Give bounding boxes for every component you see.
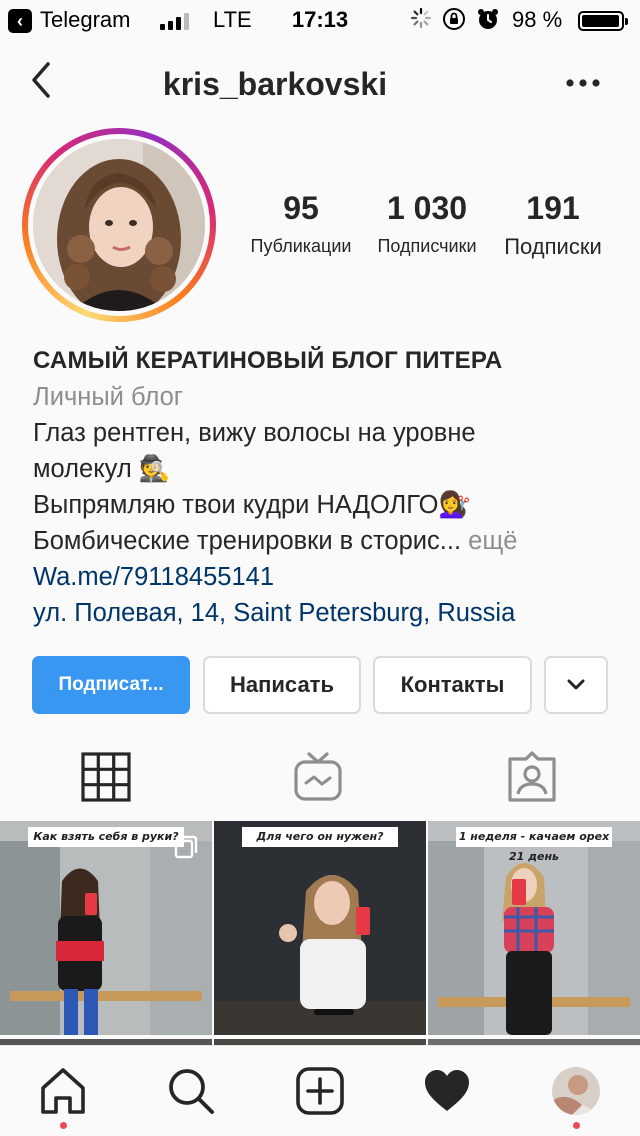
posts-grid: Как взять себя в руки? Для чего он нужен… [0,821,640,1051]
grid-post[interactable]: Для чего он нужен? [214,821,426,1035]
profile-display-name: САМЫЙ КЕРАТИНОВЫЙ БЛОГ ПИТЕРА [33,347,503,374]
post-thumbnail [214,821,426,1035]
bio-line: Выпрямляю твои кудри НАДОЛГО💇‍♀️ [33,491,471,519]
grid-post[interactable]: 1 неделя - качаем орех 21 день [428,821,640,1035]
add-icon[interactable] [295,1066,345,1116]
more-options-icon[interactable] [563,68,603,98]
bio-line: молекул 🕵️ [33,455,171,483]
following-stat[interactable]: 191 Подписки [497,190,609,260]
profile-avatar-story-ring[interactable] [22,128,216,322]
post-caption: Для чего он нужен? [242,827,398,847]
battery-percent: 98 % [512,7,563,32]
profile-avatar[interactable] [552,1067,600,1115]
post-caption: Как взять себя в руки? [28,827,184,847]
follow-button[interactable]: Подписат... [32,656,190,714]
profile-header: kris_barkovski [0,40,640,128]
grid-icon[interactable] [80,751,132,803]
followers-count: 1 030 [386,190,468,226]
followers-stat[interactable]: 1 030 Подписчики [370,190,484,257]
post-caption: 1 неделя - качаем орех 21 день [456,827,612,863]
bio-address-link[interactable]: ул. Полевая, 14, Saint Petersburg, Russi… [33,595,623,631]
profile-category: Личный блог [33,383,184,411]
profile-notification-dot [573,1122,580,1129]
posts-label: Публикации [250,236,352,256]
grid-post[interactable]: Как взять себя в руки? [0,821,212,1035]
following-label: Подписки [504,234,602,259]
status-icons [410,7,500,31]
message-button[interactable]: Написать [203,656,361,714]
carousel-icon [174,835,198,859]
profile-username: kris_barkovski [162,66,388,102]
bio-more-link[interactable]: ещё [468,527,517,555]
chevron-down-icon [567,679,585,690]
orientation-lock-icon [443,8,465,30]
tagged-icon[interactable] [506,751,558,803]
search-icon[interactable] [166,1066,216,1116]
battery-fill [582,15,620,27]
igtv-icon[interactable] [292,751,344,803]
profile-avatar [33,139,205,311]
posts-stat[interactable]: 95 Публикации [247,190,355,257]
bio-line: Бомбические тренировки в сторис... [33,527,462,555]
following-count: 191 [526,190,580,226]
bio-line: Глаз рентген, вижу волосы на уровне [33,419,476,447]
heart-icon[interactable] [422,1066,472,1116]
followers-label: Подписчики [377,236,477,256]
home-notification-dot [60,1122,67,1129]
posts-count: 95 [283,190,319,226]
profile-tabs [0,735,640,821]
bio-website-link[interactable]: Wa.me/79118455141 [33,559,623,595]
alarm-icon [478,9,498,29]
bottom-tab-bar [0,1045,640,1136]
contacts-button[interactable]: Контакты [373,656,532,714]
home-icon[interactable] [38,1066,88,1116]
status-bar: ‹ Telegram LTE 17:13 98 % [0,0,640,40]
loading-icon [410,7,432,29]
bio-line-truncated: Бомбические тренировки в сторис... ещё [33,523,623,559]
suggestions-dropdown-button[interactable] [544,656,608,714]
profile-bio: САМЫЙ КЕРАТИНОВЫЙ БЛОГ ПИТЕРА Личный бло… [33,343,623,631]
battery-icon [578,11,628,31]
